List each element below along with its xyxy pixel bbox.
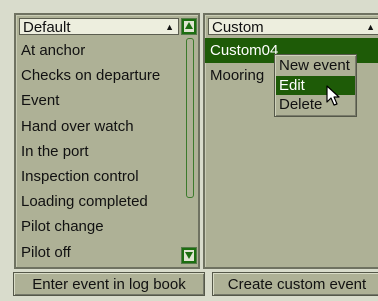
triangle-up-icon <box>185 22 193 29</box>
arrow-cursor-icon <box>326 85 340 106</box>
triangle-down-icon <box>185 252 193 259</box>
default-list-body: At anchor Checks on departure Event Hand… <box>21 38 160 265</box>
default-column-header[interactable]: Default ▲ <box>19 18 179 36</box>
list-item[interactable]: In the port <box>21 139 160 164</box>
list-item[interactable]: Hand over watch <box>21 114 160 139</box>
sort-arrow-icon[interactable]: ▲ <box>165 19 174 36</box>
list-item[interactable]: Event <box>21 88 160 113</box>
menu-item-new-event[interactable]: New event <box>276 56 355 75</box>
list-item[interactable]: Checks on departure <box>21 63 160 88</box>
list-item[interactable]: Loading completed <box>21 189 160 214</box>
list-item[interactable]: Pilot off <box>21 240 160 265</box>
custom-header-label: Custom <box>212 19 264 36</box>
custom-events-list[interactable]: Custom ▲ Custom04 Mooring <box>203 13 378 269</box>
scroll-down-button[interactable] <box>181 247 197 264</box>
sort-arrow-icon[interactable]: ▲ <box>366 19 375 36</box>
default-header-label: Default <box>23 19 71 36</box>
enter-event-in-log-book-button[interactable]: Enter event in log book <box>13 272 205 296</box>
context-menu: New event Edit Delete <box>274 54 357 117</box>
custom-column-header[interactable]: Custom ▲ <box>208 18 378 36</box>
list-item[interactable]: At anchor <box>21 38 160 63</box>
create-custom-event-button[interactable]: Create custom event <box>212 272 378 296</box>
list-item[interactable]: Pilot change <box>21 214 160 239</box>
list-item[interactable]: Inspection control <box>21 164 160 189</box>
scroll-thumb[interactable] <box>186 38 194 198</box>
scroll-up-button[interactable] <box>181 18 197 35</box>
vertical-scrollbar[interactable] <box>181 18 197 264</box>
default-events-list[interactable]: Default ▲ At anchor Checks on departure … <box>14 13 200 269</box>
